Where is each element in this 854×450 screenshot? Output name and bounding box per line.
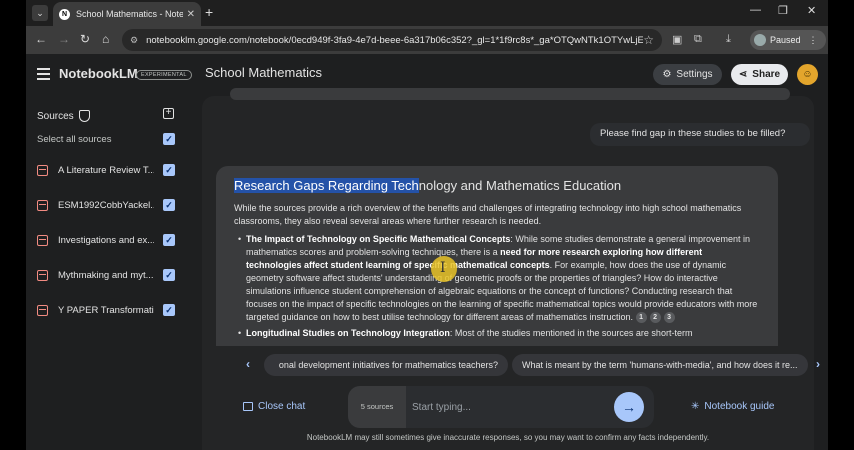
pdf-icon [37, 269, 48, 281]
tab-close-icon[interactable]: ✕ [187, 9, 195, 20]
notebook-guide-label: Notebook guide [704, 401, 775, 412]
chat-input[interactable] [412, 398, 602, 416]
chevron-left-icon[interactable]: ‹ [246, 357, 250, 371]
cursor-highlight-icon [431, 256, 457, 282]
previous-response-card [230, 88, 790, 100]
browser-tab[interactable]: N School Mathematics - Notebook ✕ [53, 2, 201, 26]
screen: ⌄ N School Mathematics - Notebook ✕ + — … [26, 0, 828, 450]
close-chat-button[interactable]: Close chat [243, 401, 305, 412]
sources-header: Sources [37, 110, 90, 122]
experimental-badge: EXPERIMENTAL [136, 70, 192, 80]
add-source-icon[interactable]: + [163, 108, 174, 119]
extension-icon[interactable]: ▣ [672, 33, 682, 46]
point-heading: The Impact of Technology on Specific Mat… [246, 234, 511, 244]
bookmark-star-icon[interactable]: ☆ [643, 33, 654, 47]
point-text: : Most of the studies mentioned in the s… [449, 328, 693, 338]
tab-search-icon[interactable]: ⌄ [32, 5, 48, 21]
close-chat-label: Close chat [258, 401, 306, 412]
gear-icon: ⚙ [662, 69, 672, 80]
browser-toolbar: ← → ↻ ⌂ ⚙ notebooklm.google.com/notebook… [26, 26, 828, 54]
source-count-badge[interactable]: 5 sources [348, 386, 406, 428]
suggestions-row: ‹ onal development initiatives for mathe… [188, 352, 828, 378]
sources-sidebar: Sources + Select all sources ✓ A Literat… [26, 96, 188, 450]
pdf-icon [37, 199, 48, 211]
citation-button[interactable]: 2 [649, 312, 661, 324]
notebook-title[interactable]: School Mathematics [205, 65, 322, 80]
chat-icon [243, 402, 253, 411]
suggestion-chip[interactable]: What is meant by the term 'humans-with-m… [512, 354, 808, 376]
sources-label: Sources [37, 110, 74, 122]
point-heading: Longitudinal Studies on Technology Integ… [246, 328, 450, 338]
app-brand: NotebookLM [59, 66, 138, 81]
response-card: Research Gaps Regarding Technology and M… [216, 166, 778, 346]
source-checkbox[interactable]: ✓ [163, 269, 175, 281]
source-checkbox[interactable]: ✓ [163, 164, 175, 176]
response-point: The Impact of Technology on Specific Mat… [234, 233, 760, 324]
share-icon: ⋖ [738, 69, 748, 80]
suggestion-chip[interactable]: onal development initiatives for mathema… [264, 354, 508, 376]
response-point: Longitudinal Studies on Technology Integ… [234, 327, 760, 340]
chat-main: Please find gap in these studies to be f… [188, 88, 828, 450]
extensions-puzzle-icon[interactable]: ⧉ [694, 33, 702, 46]
new-tab-button[interactable]: + [205, 4, 213, 20]
source-label: Mythmaking and myt... [58, 269, 154, 281]
notebook-guide-button[interactable]: ✳ Notebook guide [691, 401, 774, 412]
source-checkbox[interactable]: ✓ [163, 304, 175, 316]
pdf-icon [37, 304, 48, 316]
response-title: Research Gaps Regarding Technology and M… [234, 178, 760, 193]
profile-avatar [754, 34, 766, 46]
forward-icon[interactable]: → [58, 32, 70, 46]
selected-text: Research Gaps Regarding Tech [234, 178, 419, 193]
source-label: A Literature Review T... [58, 164, 154, 176]
citations: 1 2 3 [635, 312, 675, 324]
browser-tabstrip: ⌄ N School Mathematics - Notebook ✕ + — … [26, 0, 828, 26]
pdf-icon [37, 234, 48, 246]
response-list: The Impact of Technology on Specific Mat… [234, 233, 760, 340]
reload-icon[interactable]: ↻ [80, 32, 90, 46]
chat-bottom-bar: Close chat 5 sources → ✳ Notebook guide … [188, 386, 828, 450]
sparkle-icon: ✳ [691, 401, 700, 412]
share-button[interactable]: ⋖ Share [731, 64, 788, 85]
title-rest: nology and Mathematics Education [418, 178, 622, 193]
pdf-icon [37, 164, 48, 176]
disclaimer: NotebookLM may still sometimes give inac… [306, 433, 710, 442]
citation-button[interactable]: 1 [635, 312, 647, 324]
source-label: Y PAPER Transformati... [58, 304, 154, 316]
citation-button[interactable]: 3 [663, 312, 675, 324]
settings-button[interactable]: ⚙ Settings [653, 64, 722, 85]
restore-icon[interactable]: ❐ [778, 4, 788, 17]
site-info-icon[interactable]: ⚙ [130, 35, 138, 46]
shield-icon[interactable] [78, 110, 90, 122]
source-label: ESM1992CobbYackel... [58, 199, 154, 211]
source-checkbox[interactable]: ✓ [163, 199, 175, 211]
favicon-icon: N [59, 8, 70, 20]
profile-label: Paused [770, 35, 801, 45]
download-icon[interactable]: ⤓ [726, 33, 731, 46]
back-icon[interactable]: ← [35, 32, 47, 46]
chat-input-box: 5 sources → [348, 386, 654, 428]
avatar[interactable]: ☺ [797, 64, 818, 85]
address-bar[interactable]: ⚙ notebooklm.google.com/notebook/0ecd949… [122, 29, 662, 51]
profile-button[interactable]: Paused ⋮ [750, 30, 826, 50]
home-icon[interactable]: ⌂ [102, 32, 109, 46]
select-all-label: Select all sources [37, 134, 112, 145]
source-label: Investigations and ex... [58, 234, 154, 246]
select-all-checkbox[interactable]: ✓ [163, 133, 175, 145]
tab-title: School Mathematics - Notebook [76, 9, 183, 19]
minimize-icon[interactable]: — [750, 4, 761, 16]
send-button[interactable]: → [614, 392, 644, 422]
menu-icon[interactable] [37, 68, 50, 80]
chevron-right-icon[interactable]: › [816, 357, 820, 371]
user-message: Please find gap in these studies to be f… [590, 123, 810, 146]
send-icon: → [622, 399, 636, 415]
response-intro: While the sources provide a rich overvie… [234, 203, 742, 226]
window-close-icon[interactable]: ✕ [807, 4, 816, 17]
settings-label: Settings [676, 69, 713, 80]
source-checkbox[interactable]: ✓ [163, 234, 175, 246]
url-text: notebooklm.google.com/notebook/0ecd949f-… [146, 34, 644, 46]
browser-menu-icon[interactable]: ⋮ [809, 35, 818, 46]
share-label: Share [752, 69, 781, 80]
